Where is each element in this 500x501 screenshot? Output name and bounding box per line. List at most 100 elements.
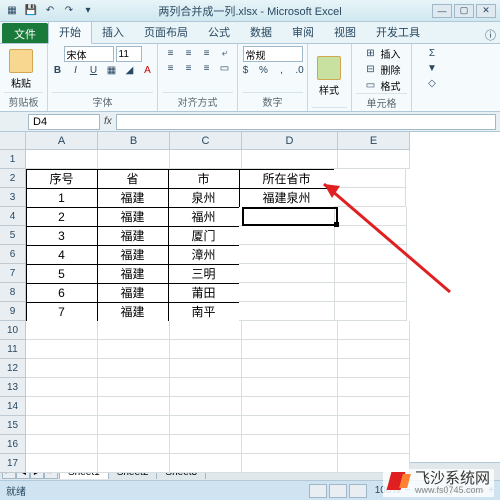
- tab-file[interactable]: 文件: [2, 23, 48, 43]
- cell-C4[interactable]: 福州: [168, 207, 240, 227]
- tab-review[interactable]: 审阅: [282, 21, 324, 43]
- cell-D15[interactable]: [242, 416, 338, 435]
- grid-cells[interactable]: 序号省市所在省市1福建泉州福建泉州2福建福州3福建厦门4福建漳州5福建三明6福建…: [26, 150, 410, 473]
- qat-dropdown-icon[interactable]: ▾: [80, 3, 96, 19]
- row-header-16[interactable]: 16: [0, 435, 26, 454]
- cell-E4[interactable]: [335, 207, 407, 226]
- cell-C16[interactable]: [170, 435, 242, 454]
- tab-data[interactable]: 数据: [240, 21, 282, 43]
- tab-home[interactable]: 开始: [48, 20, 92, 44]
- row-header-10[interactable]: 10: [0, 321, 26, 340]
- tab-dev[interactable]: 开发工具: [366, 21, 430, 43]
- cell-D3[interactable]: 福建泉州: [239, 188, 335, 208]
- formula-bar[interactable]: [116, 114, 496, 130]
- cell-B3[interactable]: 福建: [97, 188, 169, 208]
- row-header-12[interactable]: 12: [0, 359, 26, 378]
- row-header-3[interactable]: 3: [0, 188, 26, 207]
- cell-D5[interactable]: [239, 226, 335, 245]
- cell-D16[interactable]: [242, 435, 338, 454]
- cell-C6[interactable]: 漳州: [168, 245, 240, 265]
- redo-icon[interactable]: ↷: [61, 3, 77, 19]
- cell-C3[interactable]: 泉州: [168, 188, 240, 208]
- cell-B7[interactable]: 福建: [97, 264, 169, 284]
- autosum-button[interactable]: Σ: [424, 46, 440, 60]
- tab-view[interactable]: 视图: [324, 21, 366, 43]
- cell-E1[interactable]: [338, 150, 410, 169]
- cell-D7[interactable]: [239, 264, 335, 283]
- bold-button[interactable]: B: [50, 63, 66, 77]
- close-button[interactable]: ✕: [476, 4, 496, 18]
- cell-C8[interactable]: 莆田: [168, 283, 240, 303]
- cell-E16[interactable]: [338, 435, 410, 454]
- row-header-7[interactable]: 7: [0, 264, 26, 283]
- cell-A13[interactable]: [26, 378, 98, 397]
- tab-formulas[interactable]: 公式: [198, 21, 240, 43]
- col-header-A[interactable]: A: [26, 132, 98, 150]
- maximize-button[interactable]: ▢: [454, 4, 474, 18]
- insert-cells-button[interactable]: ⊞: [363, 47, 379, 61]
- cell-B12[interactable]: [98, 359, 170, 378]
- cell-D6[interactable]: [239, 245, 335, 264]
- view-break-button[interactable]: [349, 484, 367, 498]
- border-button[interactable]: ▦: [104, 63, 120, 77]
- row-header-15[interactable]: 15: [0, 416, 26, 435]
- cell-D2[interactable]: 所在省市: [239, 169, 335, 189]
- cell-D12[interactable]: [242, 359, 338, 378]
- cell-A17[interactable]: [26, 454, 98, 473]
- select-all-corner[interactable]: [0, 132, 26, 150]
- cell-E6[interactable]: [335, 245, 407, 264]
- tab-insert[interactable]: 插入: [92, 21, 134, 43]
- cell-C17[interactable]: [170, 454, 242, 473]
- cell-C5[interactable]: 厦门: [168, 226, 240, 246]
- wrap-button[interactable]: ⤶: [217, 46, 233, 60]
- cell-A15[interactable]: [26, 416, 98, 435]
- cell-C14[interactable]: [170, 397, 242, 416]
- cell-A12[interactable]: [26, 359, 98, 378]
- minimize-button[interactable]: —: [432, 4, 452, 18]
- cell-D14[interactable]: [242, 397, 338, 416]
- cell-B6[interactable]: 福建: [97, 245, 169, 265]
- col-header-B[interactable]: B: [98, 132, 170, 150]
- align-right-button[interactable]: ≡: [199, 61, 215, 75]
- align-left-button[interactable]: ≡: [163, 61, 179, 75]
- font-name-select[interactable]: [64, 46, 114, 62]
- paste-button[interactable]: 粘贴: [4, 49, 38, 90]
- comma-button[interactable]: ,: [274, 63, 290, 77]
- view-layout-button[interactable]: [329, 484, 347, 498]
- cell-A10[interactable]: [26, 321, 98, 340]
- cell-B17[interactable]: [98, 454, 170, 473]
- undo-icon[interactable]: ↶: [42, 3, 58, 19]
- row-header-4[interactable]: 4: [0, 207, 26, 226]
- cell-A14[interactable]: [26, 397, 98, 416]
- cell-B10[interactable]: [98, 321, 170, 340]
- currency-button[interactable]: $: [238, 63, 254, 77]
- align-bot-button[interactable]: ≡: [199, 46, 215, 60]
- cell-A7[interactable]: 5: [26, 264, 98, 284]
- percent-button[interactable]: %: [256, 63, 272, 77]
- cell-B4[interactable]: 福建: [97, 207, 169, 227]
- cell-C11[interactable]: [170, 340, 242, 359]
- cell-D9[interactable]: [239, 302, 335, 321]
- view-normal-button[interactable]: [309, 484, 327, 498]
- fx-icon[interactable]: fx: [104, 116, 112, 127]
- excel-icon[interactable]: ▦: [4, 3, 20, 19]
- font-color-button[interactable]: A: [140, 63, 156, 77]
- tab-layout[interactable]: 页面布局: [134, 21, 198, 43]
- cell-A6[interactable]: 4: [26, 245, 98, 265]
- cell-D10[interactable]: [242, 321, 338, 340]
- row-header-11[interactable]: 11: [0, 340, 26, 359]
- row-header-1[interactable]: 1: [0, 150, 26, 169]
- cell-D8[interactable]: [239, 283, 335, 302]
- cell-B2[interactable]: 省: [97, 169, 169, 189]
- align-center-button[interactable]: ≡: [181, 61, 197, 75]
- cell-A16[interactable]: [26, 435, 98, 454]
- cell-C12[interactable]: [170, 359, 242, 378]
- col-header-E[interactable]: E: [338, 132, 410, 150]
- row-header-2[interactable]: 2: [0, 169, 26, 188]
- italic-button[interactable]: I: [68, 63, 84, 77]
- row-header-14[interactable]: 14: [0, 397, 26, 416]
- cell-C1[interactable]: [170, 150, 242, 169]
- cell-B11[interactable]: [98, 340, 170, 359]
- cell-B16[interactable]: [98, 435, 170, 454]
- cell-A5[interactable]: 3: [26, 226, 98, 246]
